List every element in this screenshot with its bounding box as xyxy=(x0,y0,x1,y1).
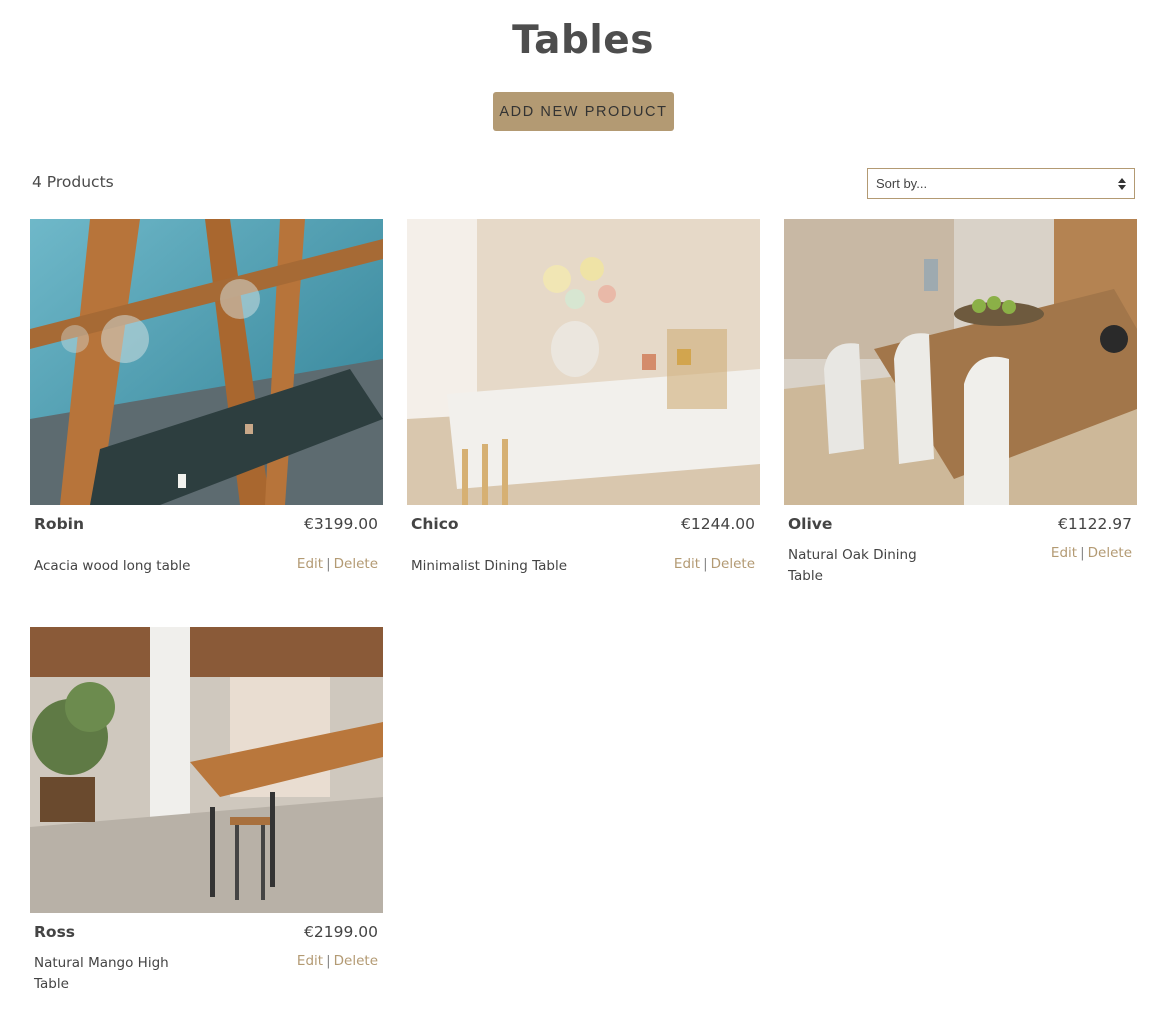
product-description: Acacia wood long table xyxy=(34,558,191,574)
product-image[interactable] xyxy=(784,219,1137,505)
add-new-product-button[interactable]: ADD NEW PRODUCT xyxy=(493,92,674,131)
separator: | xyxy=(326,953,331,969)
product-card: Robin €3199.00 Acacia wood long table Ed… xyxy=(30,219,383,574)
sort-select[interactable]: Sort by... xyxy=(867,168,1135,199)
delete-link[interactable]: Delete xyxy=(1088,545,1132,561)
product-count: 4 Products xyxy=(32,173,114,191)
product-price: €1122.97 xyxy=(1058,515,1132,533)
edit-link[interactable]: Edit xyxy=(297,556,323,572)
edit-link[interactable]: Edit xyxy=(674,556,700,572)
edit-link[interactable]: Edit xyxy=(1051,545,1077,561)
delete-link[interactable]: Delete xyxy=(711,556,755,572)
product-name: Chico xyxy=(411,515,459,533)
product-description: Natural Mango High Table xyxy=(34,955,169,992)
product-name: Ross xyxy=(34,923,76,941)
product-actions: Edit | Delete xyxy=(1051,545,1132,561)
product-card: Olive €1122.97 Natural Oak Dining Table … xyxy=(784,219,1137,584)
separator: | xyxy=(326,556,331,572)
product-actions: Edit | Delete xyxy=(674,556,755,572)
product-price: €2199.00 xyxy=(304,923,378,941)
product-actions: Edit | Delete xyxy=(297,556,378,572)
product-name: Robin xyxy=(34,515,85,533)
edit-link[interactable]: Edit xyxy=(297,953,323,969)
product-name: Olive xyxy=(788,515,833,533)
product-card: Ross €2199.00 Natural Mango High Table E… xyxy=(30,627,383,992)
delete-link[interactable]: Delete xyxy=(334,953,378,969)
product-image[interactable] xyxy=(407,219,760,505)
product-description: Minimalist Dining Table xyxy=(411,558,568,574)
product-image[interactable] xyxy=(30,219,383,505)
select-arrows-icon xyxy=(1118,177,1126,190)
product-card: Chico €1244.00 Minimalist Dining Table E… xyxy=(407,219,760,574)
page-title: Tables xyxy=(512,18,654,63)
product-actions: Edit | Delete xyxy=(297,953,378,969)
delete-link[interactable]: Delete xyxy=(334,556,378,572)
product-price: €3199.00 xyxy=(304,515,378,533)
product-image[interactable] xyxy=(30,627,383,913)
product-description: Natural Oak Dining Table xyxy=(788,547,917,584)
separator: | xyxy=(703,556,708,572)
product-price: €1244.00 xyxy=(681,515,755,533)
separator: | xyxy=(1080,545,1085,561)
sort-select-value: Sort by... xyxy=(876,176,928,191)
